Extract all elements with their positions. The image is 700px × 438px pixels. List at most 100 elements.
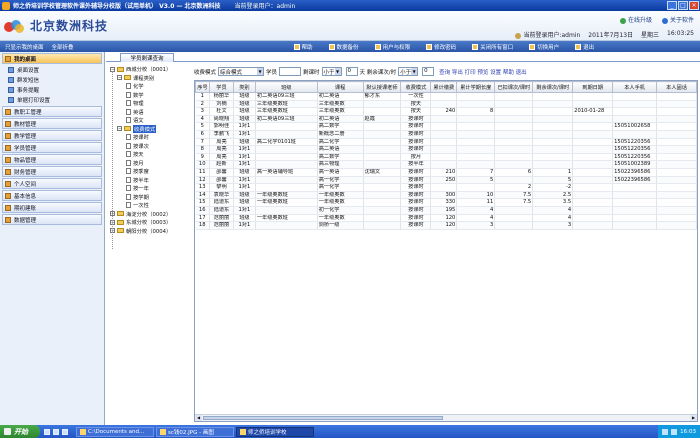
column-header[interactable]: 累计缴费 [430, 81, 458, 93]
desktop-icon[interactable] [44, 428, 50, 435]
tree-node-branch-dongcheng[interactable]: + 东城分校（0003） [110, 218, 192, 227]
column-header[interactable]: 到期日期 [572, 81, 614, 93]
table-row[interactable]: 12 邵馨 1对1 高一化学 按课时 250 5 5 15022396586 [195, 176, 697, 185]
tree-node-mode[interactable]: 按天 [110, 150, 192, 159]
help-button[interactable]: 帮助 [293, 43, 313, 51]
scroll-right-icon[interactable]: ▶ [690, 415, 697, 421]
action-links[interactable]: 查询 导出 打印 预览 设置 帮助 退出 [439, 68, 527, 76]
sidebar-item-basic-info[interactable]: 基本信息 [2, 190, 102, 201]
tree-node-mode[interactable]: 按季度 [110, 167, 192, 176]
users-permissions-button[interactable]: 用户与权限 [374, 43, 410, 51]
table-row[interactable]: 15 陆道东 班级 一年级奥数班 一年级奥数 按课时 330 11 7.5 3.5 [195, 198, 697, 207]
tree-node-course[interactable]: 语文 [110, 116, 192, 125]
sidebar-item-data[interactable]: 数据管理 [2, 214, 102, 225]
tree-node-branch-xicheng[interactable]: − 西城分校（0001） [110, 65, 192, 74]
close-all-windows-button[interactable]: 关闭所有窗口 [472, 43, 513, 51]
tree-node-mode[interactable]: 按课时 [110, 133, 192, 142]
tree-node-course-category[interactable]: − 课程类别 [110, 74, 192, 83]
column-header[interactable]: 本人固话 [656, 81, 697, 93]
sidebar-item-staff[interactable]: 教职工管理 [2, 106, 102, 117]
scroll-thumb[interactable] [203, 416, 443, 420]
tree-node-branch-haidian[interactable]: + 海淀分校（0002） [110, 210, 192, 219]
table-row[interactable]: 16 陆道东 1对1 初一化学 按课时 195 4 4 [195, 206, 697, 215]
tree-node-mode[interactable]: 按半年 [110, 176, 192, 185]
remain-lessons-input[interactable]: 0 [422, 67, 435, 76]
tree-node-mode[interactable]: 按课次 [110, 142, 192, 151]
volume-icon[interactable] [671, 428, 678, 435]
minimize-button[interactable]: _ [667, 1, 677, 10]
sidebar-item-personal[interactable]: 个人空间 [2, 178, 102, 189]
column-header[interactable]: 默认授课老师 [362, 81, 402, 93]
table-row[interactable]: 9 周亮 1对1 高二数学 按月 15051220356 [195, 153, 697, 162]
start-button[interactable]: 开始 [0, 425, 40, 438]
table-row[interactable]: 17 范丽丽 班级 一年级奥数班 一年级奥数 按课时 120 4 4 [195, 214, 697, 223]
tree-node-branch-chaoyang[interactable]: + 朝阳分校（0004） [110, 227, 192, 236]
sidebar-item-goods[interactable]: 物品管理 [2, 154, 102, 165]
column-header[interactable]: 学员 [208, 81, 234, 93]
about-link[interactable]: 关于软件 [661, 15, 694, 24]
tree-node-mode[interactable]: 一次性 [110, 201, 192, 210]
fee-mode-select[interactable]: 综合模式 ▼ [218, 67, 265, 76]
tab-student-remaining-lessons[interactable]: 学员剩课查询 [120, 53, 174, 62]
horizontal-scrollbar[interactable]: ◀ ▶ [195, 414, 697, 421]
tree-node-fee-mode[interactable]: − 收费模式 [110, 124, 192, 134]
column-header[interactable]: 已扣课次/课时 [494, 81, 534, 93]
tree-node-mode[interactable]: 按学期 [110, 193, 192, 202]
table-row[interactable]: 7 周亮 班级 高二化学0101班 高二化学 按课时 15051220356 [195, 138, 697, 147]
sidebar-sub-sms[interactable]: 群发短信 [8, 75, 104, 85]
scroll-left-icon[interactable]: ◀ [195, 415, 202, 421]
table-row[interactable]: 11 邵馨 班级 高一英语辅导班 高一英语 沈瑞文 按课时 210 7 6 1 15022396586 [195, 168, 697, 177]
network-icon[interactable] [662, 428, 669, 435]
table-row[interactable]: 4 尚晓翔 班级 初二英语09三班 初二英语 赵霞 按课时 [195, 115, 697, 124]
remain-days-operator-select[interactable]: 小于 ▼ [321, 67, 342, 76]
collapse-icon[interactable]: − [117, 126, 122, 132]
column-header[interactable]: 本人手机 [612, 81, 658, 93]
tree-node-mode[interactable]: 按月 [110, 159, 192, 168]
tree-node-course[interactable]: 化学 [110, 82, 192, 91]
browser-icon[interactable] [53, 428, 59, 435]
show-my-desk-link[interactable]: 只显示我的桌面 [5, 43, 44, 51]
student-input[interactable] [279, 67, 302, 76]
table-row[interactable]: 2 刘楠 班级 三年级奥数班 三年级奥数 按天 [195, 100, 697, 109]
remain-days-input[interactable]: 0 [345, 67, 358, 76]
table-row[interactable]: 8 周亮 1对1 高二英语 按课时 15051220356 [195, 145, 697, 154]
exit-button[interactable]: 退出 [575, 43, 594, 51]
collapse-icon[interactable]: − [117, 75, 122, 81]
sidebar-sub-print-settings[interactable]: 单据打印设置 [8, 95, 104, 105]
table-row[interactable]: 6 李鹏飞 1对1 新概念二册 按课时 [195, 130, 697, 139]
tree-node-mode[interactable]: 按一年 [110, 184, 192, 193]
column-header[interactable]: 课程 [316, 81, 364, 93]
column-header[interactable]: 类别 [232, 81, 256, 93]
table-row[interactable]: 3 杜文 班级 三年级奥数班 三年级奥数 按天 240 8 2010-01-28 [195, 107, 697, 116]
sidebar-sub-reminder[interactable]: 事务提醒 [8, 85, 104, 95]
upgrade-link[interactable]: 在线升级 [619, 15, 652, 24]
sidebar-item-opening[interactable]: 期初建账 [2, 202, 102, 213]
tree-node-course[interactable]: 英语 [110, 108, 192, 117]
table-row[interactable]: 1 杨丽华 班级 初二英语09三班 初二英语 郁才东 一次性 [195, 92, 697, 101]
switch-user-button[interactable]: 切换用户 [529, 43, 559, 51]
table-row[interactable]: 18 范丽丽 1对1 剑桥一级 按课时 120 3 3 [195, 221, 697, 230]
column-header[interactable]: 累计学期长度 [456, 81, 496, 93]
sidebar-sub-desk-settings[interactable]: 桌面设置 [8, 65, 104, 75]
column-header[interactable]: 收费模式 [400, 81, 432, 93]
tree-node-course[interactable]: 数学 [110, 91, 192, 100]
column-header[interactable]: 剩余课次/课时 [532, 81, 574, 93]
column-header[interactable]: 班级 [254, 81, 318, 93]
column-header[interactable]: 序号 [195, 81, 210, 93]
sidebar-item-students[interactable]: 学员管理 [2, 142, 102, 153]
tree-node-course[interactable]: 物理 [110, 99, 192, 108]
task-explorer[interactable]: C:\Documents and... [76, 426, 154, 437]
close-button[interactable]: × [689, 1, 699, 10]
sidebar-item-finance[interactable]: 财务管理 [2, 166, 102, 177]
table-row[interactable]: 10 赵新 1对1 高三物理 按半年 15051002389 [195, 160, 697, 169]
maximize-button[interactable]: □ [678, 1, 688, 10]
sidebar-item-my-desk[interactable]: 我的桌面 [2, 53, 102, 64]
table-row[interactable]: 5 郭明佳 1对1 高二数学 按课时 15051002658 [195, 122, 697, 131]
collapse-all-link[interactable]: 全部折叠 [52, 43, 74, 51]
task-paint[interactable]: sc钱02.JPG - 画图 [156, 426, 234, 437]
change-password-button[interactable]: 修改密码 [426, 43, 456, 51]
explorer-icon[interactable] [62, 428, 68, 435]
backup-button[interactable]: 数据备份 [328, 43, 359, 51]
sidebar-item-textbooks[interactable]: 教材管理 [2, 118, 102, 129]
task-app[interactable]: 师之侨培训学校 [236, 426, 314, 437]
